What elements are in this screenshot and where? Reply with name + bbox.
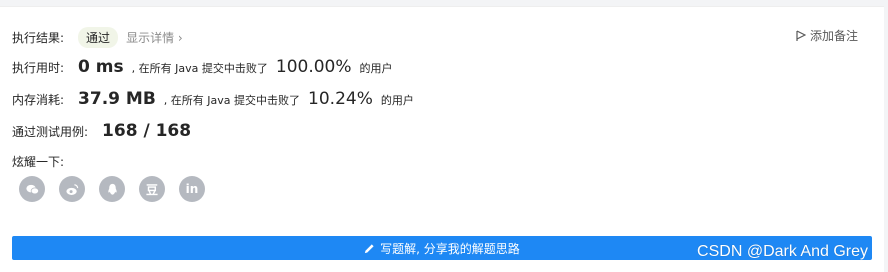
runtime-label: 执行用时: [12,61,65,75]
memory-label: 内存消耗: [12,93,65,107]
share-row: 炫耀一下: [12,153,64,170]
watermark: CSDN @Dark And Grey [697,243,868,260]
testcases-row: 通过测试用例: 168 / 168 [12,121,191,141]
pencil-icon [365,243,374,253]
memory-beat-text: , 在所有 Java 提交中击败了 [163,94,301,107]
runtime-percent: 100.00% [275,57,352,77]
share-label: 炫耀一下: [12,155,65,169]
runtime-beat-text: , 在所有 Java 提交中击败了 [131,62,268,75]
memory-percent: 10.24% [308,89,373,109]
testcases-value: 168 / 168 [102,121,192,141]
flag-icon [796,29,806,41]
wechat-icon[interactable] [19,176,45,202]
write-solution-label: 写题解, 分享我的解题思路 [380,241,520,256]
douban-icon[interactable]: 豆 [139,176,165,202]
memory-value: 37.9 MB [78,89,156,109]
memory-row: 内存消耗: 37.9 MB , 在所有 Java 提交中击败了 10.24% 的… [12,89,414,109]
status-badge: 通过 [78,27,119,48]
linkedin-icon[interactable]: in [179,176,205,202]
runtime-value: 0 ms [78,57,124,77]
show-details-link[interactable]: 显示详情 › [126,29,183,46]
weibo-icon[interactable] [59,176,85,202]
share-icons: 豆 in [19,176,205,202]
qq-icon[interactable] [99,176,125,202]
submission-result-card: 执行结果: 通过 显示详情 › 添加备注 执行用时: 0 ms , 在所有 Ja… [0,6,884,272]
memory-suffix: 的用户 [380,94,414,107]
runtime-suffix: 的用户 [359,62,393,75]
result-label: 执行结果: [12,31,65,45]
add-note-label: 添加备注 [809,29,858,43]
add-note-button[interactable]: 添加备注 [796,27,858,44]
runtime-row: 执行用时: 0 ms , 在所有 Java 提交中击败了 100.00% 的用户 [12,57,393,77]
result-row: 执行结果: 通过 显示详情 › [12,27,183,48]
testcases-label: 通过测试用例: [12,125,89,139]
